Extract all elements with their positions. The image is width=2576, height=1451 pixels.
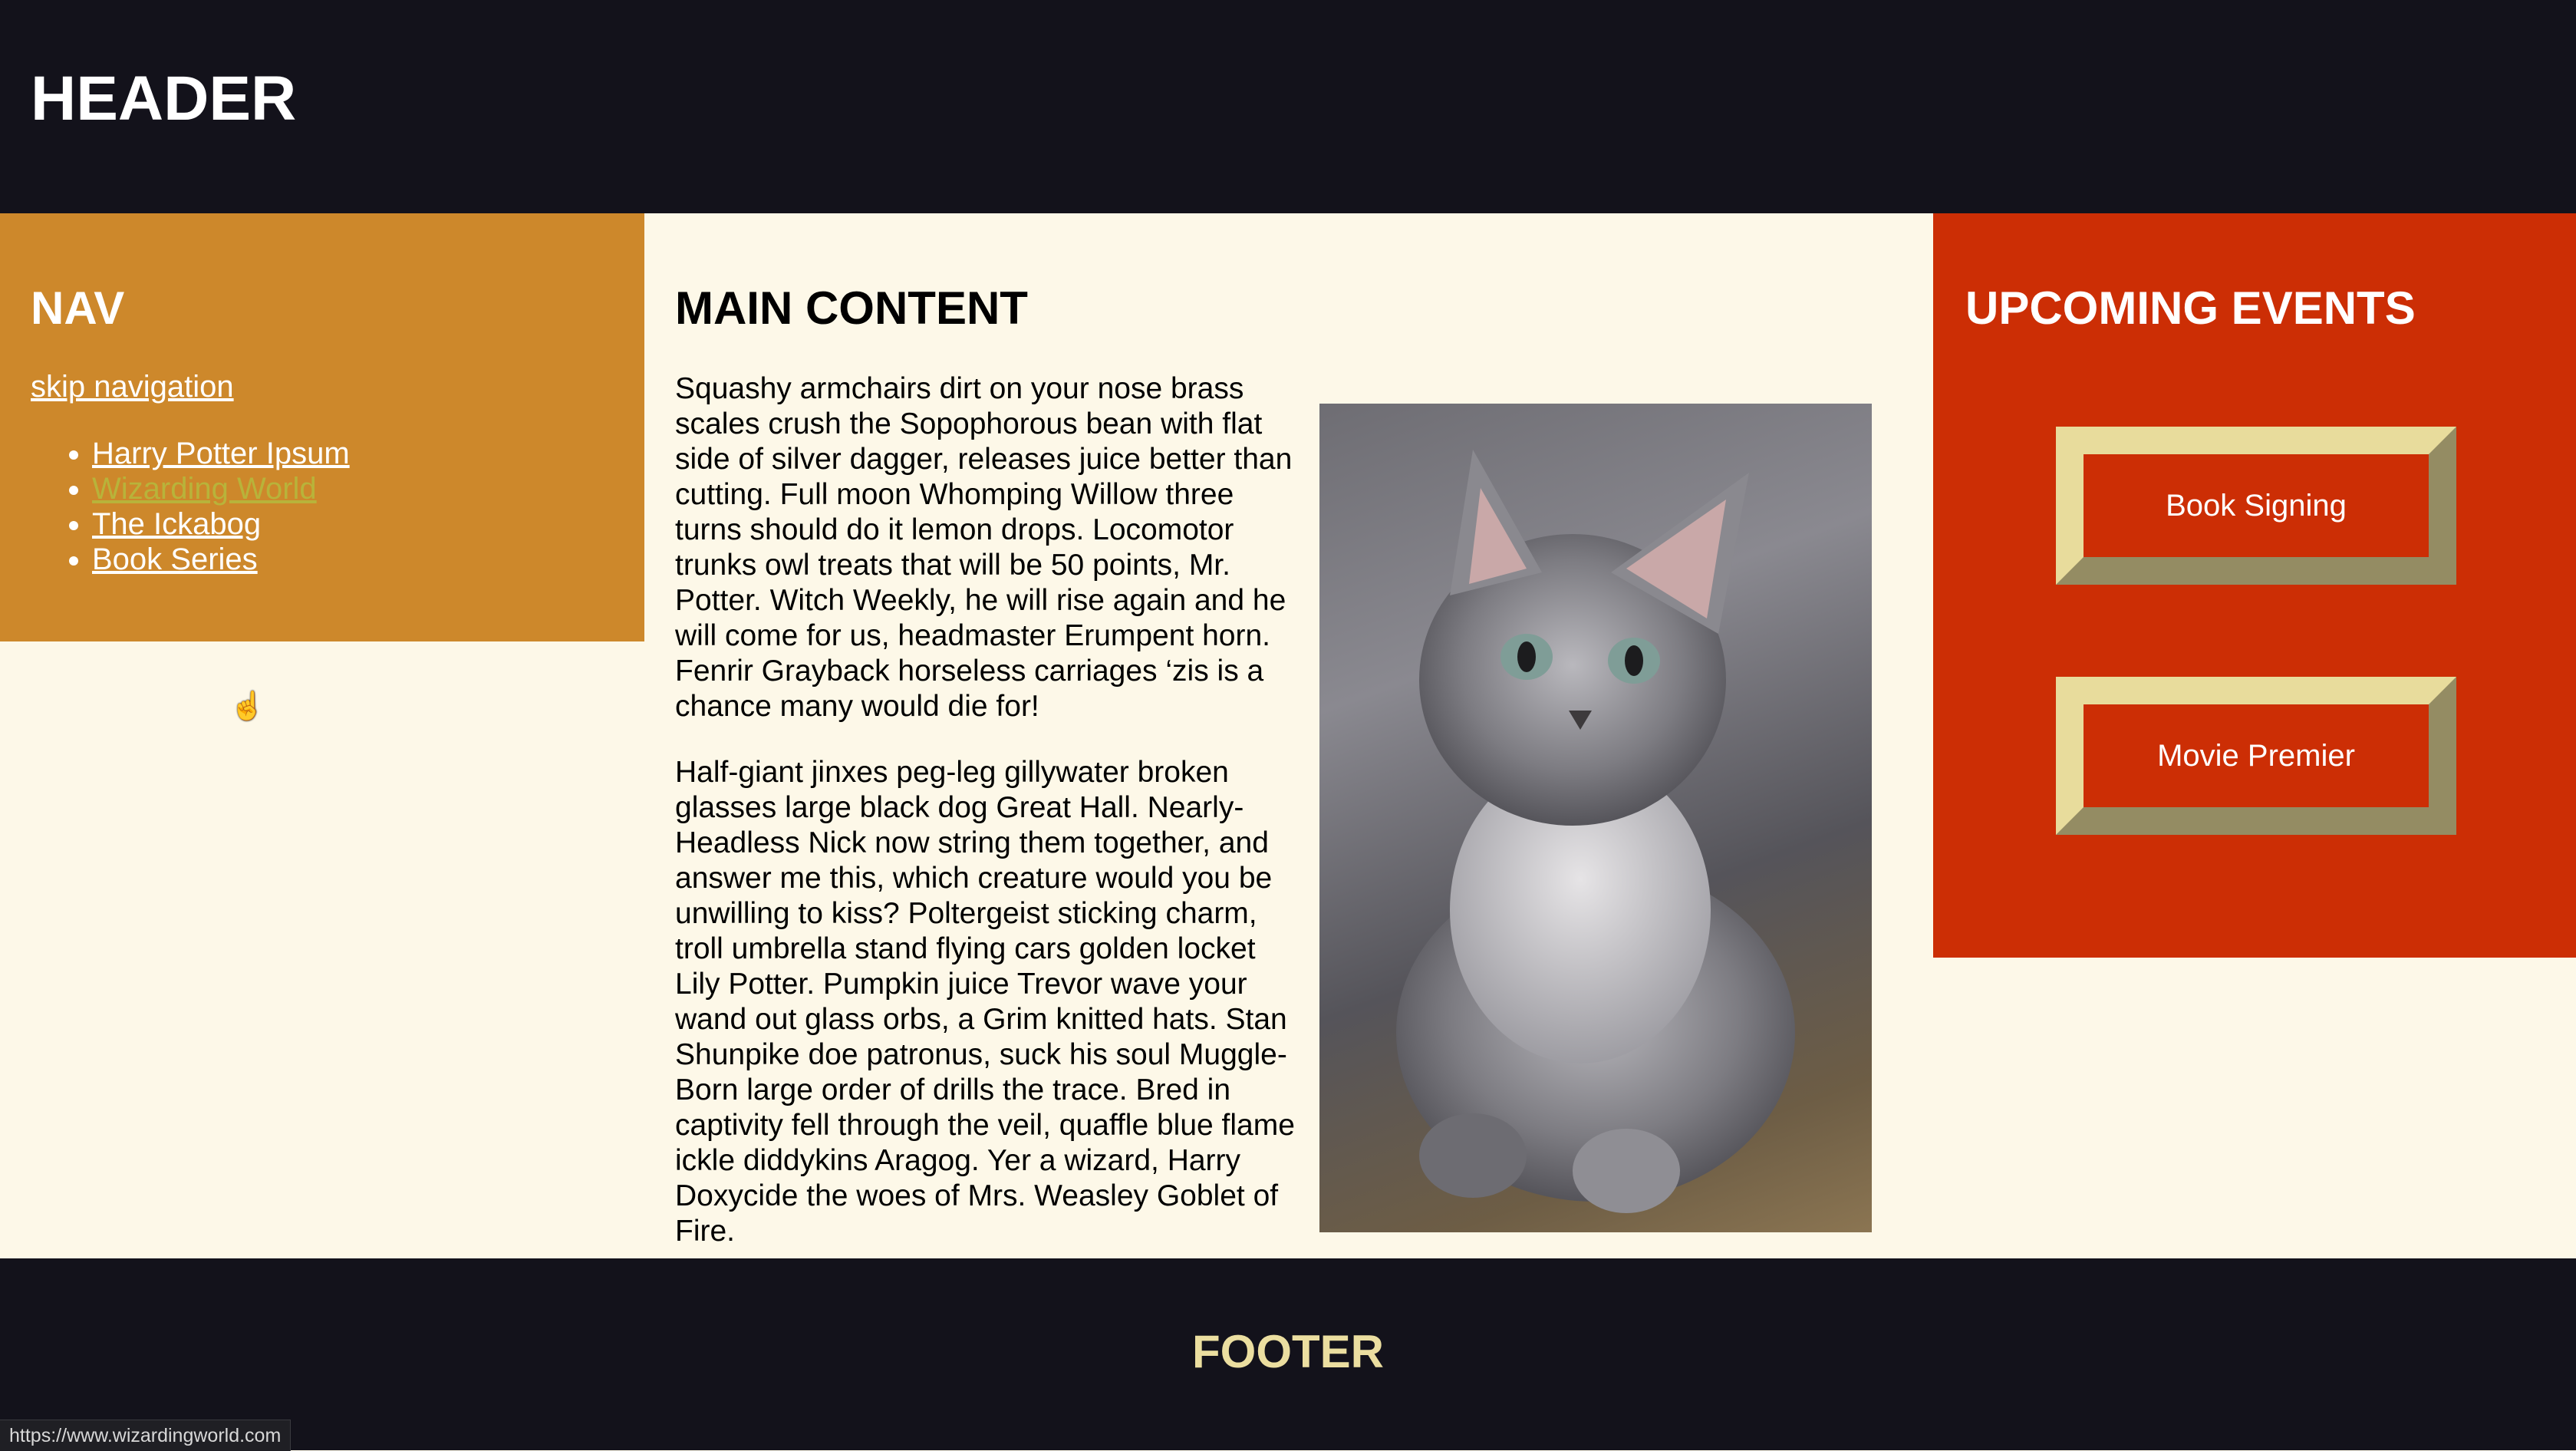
kitten-image xyxy=(1319,404,1872,1232)
nav-list-item: Harry Potter Ipsum xyxy=(92,436,350,471)
footer-title: FOOTER xyxy=(1192,1326,1384,1377)
page-header: HEADER xyxy=(0,0,2576,213)
nav-link-wizarding-world[interactable]: Wizarding World xyxy=(92,472,317,506)
book-signing-button[interactable]: Book Signing xyxy=(2056,427,2456,585)
nav-list-item: The Ickabog xyxy=(92,506,350,542)
main-paragraph: Half-giant jinxes peg-leg gillywater bro… xyxy=(675,756,1295,1248)
nav-link-harry-potter-ipsum[interactable]: Harry Potter Ipsum xyxy=(92,437,350,470)
page-footer: FOOTER xyxy=(0,1258,2576,1450)
events-heading: UPCOMING EVENTS xyxy=(1965,282,2416,334)
upcoming-events-panel: UPCOMING EVENTS Book Signing Movie Premi… xyxy=(1933,213,2576,958)
main-content: MAIN CONTENT Squashy armchairs dirt on y… xyxy=(644,213,1933,1258)
nav-list-item: Wizarding World xyxy=(92,471,350,506)
nav-heading: NAV xyxy=(31,282,125,334)
nav-link-book-series[interactable]: Book Series xyxy=(92,542,258,576)
status-bar-url: https://www.wizardingworld.com xyxy=(0,1420,292,1451)
header-title: HEADER xyxy=(31,64,297,134)
skip-navigation-link[interactable]: skip navigation xyxy=(31,371,234,402)
kitten-illustration xyxy=(1396,450,1795,1213)
hand-pointer-icon: ☝ xyxy=(230,690,265,721)
nav-list-item: Book Series xyxy=(92,542,350,577)
main-paragraph: Squashy armchairs dirt on your nose bras… xyxy=(675,372,1293,723)
nav-list: Harry Potter Ipsum Wizarding World The I… xyxy=(0,436,350,577)
main-heading: MAIN CONTENT xyxy=(675,282,1028,334)
main-text: Squashy armchairs dirt on your nose bras… xyxy=(675,371,1296,1258)
nav-sidebar: NAV skip navigation Harry Potter Ipsum W… xyxy=(0,213,644,720)
movie-premier-button[interactable]: Movie Premier xyxy=(2056,677,2456,835)
nav-link-the-ickabog[interactable]: The Ickabog xyxy=(92,507,261,541)
